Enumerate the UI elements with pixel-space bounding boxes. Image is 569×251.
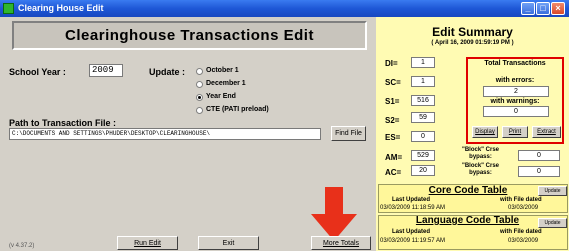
core-code-table-title: Core Code Table [428,185,508,196]
path-label: Path to Transaction File : [9,118,117,128]
core-last-updated-label: Last Updated [392,197,431,203]
language-file-dated-value: 03/03/2009 [508,238,539,244]
summary-title: Edit Summary [432,25,513,39]
find-file-button[interactable]: Find File [331,126,366,141]
down-arrow-icon [311,187,357,241]
radio-october-1-label: October 1 [206,67,239,74]
core-last-updated-value: 03/03/2009 11:18:59 AM [380,205,445,211]
language-last-updated-label: Last Updated [392,229,431,235]
total-transactions-title: Total Transactions [484,60,546,67]
count-label-es: ES= [385,133,401,142]
language-code-table-title: Language Code Table [415,215,520,226]
minimize-button[interactable]: _ [521,2,535,15]
with-warnings-label: with warnings: [490,98,540,105]
radio-cte-label: CTE (PATI preload) [206,106,269,113]
block-bypass-value-1: 0 [518,150,560,161]
window-title: Clearing House Edit [18,3,104,13]
radio-cte-pati-preload[interactable] [196,107,203,114]
count-label-sc: SC= [385,78,401,87]
update-label: Update : [149,67,185,77]
title-bar: Clearing House Edit _ □ × [0,0,569,17]
count-value-s1: 516 [411,95,435,106]
run-edit-button[interactable]: Run Edit [117,236,178,250]
extract-button[interactable]: Extract [532,126,561,138]
block-bypass-label-2: "Block" Crse bypass: [461,163,500,176]
language-update-button[interactable]: Update [538,218,567,228]
display-button[interactable]: Display [472,126,498,138]
count-value-ac: 20 [411,165,435,176]
language-file-dated-label: with File dated [500,229,542,235]
more-totals-button[interactable]: More Totals [311,236,371,250]
exit-button[interactable]: Exit [198,236,259,250]
radio-december-1[interactable] [196,81,203,88]
maximize-button[interactable]: □ [536,2,550,15]
radio-december-1-label: December 1 [206,80,246,87]
close-button[interactable]: × [551,2,565,15]
count-label-ac: AC= [385,168,402,177]
version-label: (v 4.37.2) [9,243,35,249]
core-file-dated-label: with File dated [500,197,542,203]
core-update-button[interactable]: Update [538,186,567,196]
school-year-label: School Year : [9,67,66,77]
count-value-am: 529 [411,150,435,161]
page-title: Clearinghouse Transactions Edit [12,21,367,50]
language-last-updated-value: 03/03/2009 11:19:57 AM [380,238,445,244]
summary-date: ( April 16, 2009 01:59:19 PM ) [431,40,514,46]
count-label-di: DI= [385,59,398,68]
radio-year-end[interactable] [196,94,203,101]
core-file-dated-value: 03/03/2009 [508,205,539,211]
count-label-s1: S1= [385,97,400,106]
print-button[interactable]: Print [502,126,528,138]
count-label-am: AM= [385,153,403,162]
errors-count: 2 [483,86,549,97]
count-label-s2: S2= [385,116,400,125]
block-bypass-value-2: 0 [518,166,560,177]
path-field[interactable]: C:\DOCUMENTS AND SETTINGS\PHUDER\DESKTOP… [9,128,321,140]
count-value-s2: 59 [411,112,435,123]
count-value-di: 1 [411,57,435,68]
school-year-field[interactable]: 2009 [89,64,123,77]
warnings-count: 0 [483,106,549,117]
app-icon [3,3,14,14]
with-errors-label: with errors: [495,77,535,84]
count-value-sc: 1 [411,76,435,87]
radio-october-1[interactable] [196,68,203,75]
radio-year-end-label: Year End [206,93,236,100]
count-value-es: 0 [411,131,435,142]
block-bypass-label-1: "Block" Crse bypass: [461,147,500,160]
